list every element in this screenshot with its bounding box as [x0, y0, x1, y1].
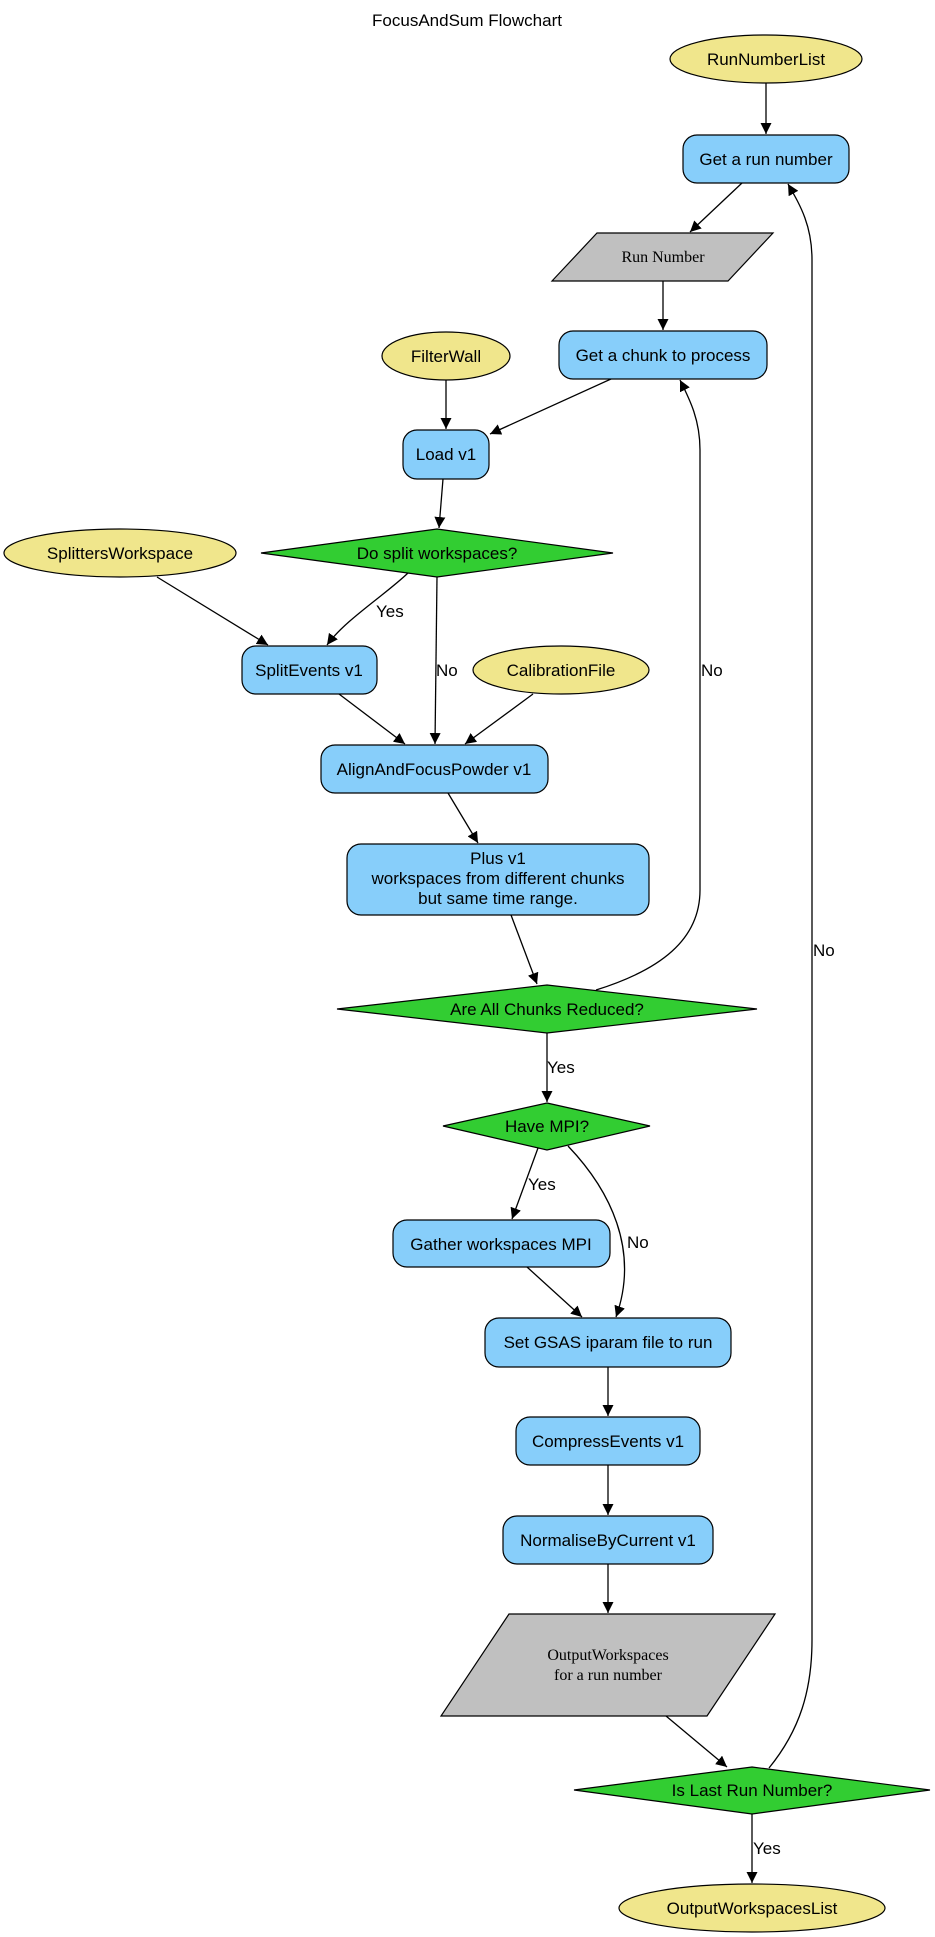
edge-load-to-dosplit — [434, 478, 446, 529]
node-have-mpi[interactable]: Have MPI? — [442, 1102, 651, 1151]
edge-output-to-lastrun — [665, 1715, 728, 1768]
node-do-split[interactable]: Do split workspaces? — [260, 528, 614, 578]
edge-getrun-to-runnumber — [689, 182, 743, 233]
node-label-line-1: Plus v1 — [470, 849, 526, 868]
node-calibration-file[interactable]: CalibrationFile — [472, 645, 650, 695]
node-label: OutputWorkspacesList — [667, 1899, 838, 1918]
node-splitters-workspace[interactable]: SplittersWorkspace — [3, 528, 237, 578]
node-label: Run Number — [621, 249, 705, 266]
edge-calibration-to-align — [464, 693, 534, 745]
node-load[interactable]: Load v1 — [402, 429, 490, 480]
node-label: SplitEvents v1 — [255, 661, 363, 680]
edge-label-lastrun-no: No — [813, 941, 835, 960]
node-label-line-1: OutputWorkspaces — [547, 1647, 668, 1664]
node-all-chunks-reduced[interactable]: Are All Chunks Reduced? — [336, 984, 758, 1034]
node-plus[interactable]: Plus v1 workspaces from different chunks… — [346, 843, 650, 916]
node-label: CalibrationFile — [507, 661, 616, 680]
node-label: SplittersWorkspace — [47, 544, 193, 563]
edge-splitters-to-splitevents — [156, 576, 269, 646]
node-label-line-3: but same time range. — [418, 889, 578, 908]
node-label: FilterWall — [411, 347, 481, 366]
node-label: Get a run number — [699, 150, 833, 169]
edge-label-lastrun-yes: Yes — [753, 1839, 781, 1858]
edge-splitevents-to-align — [338, 693, 406, 745]
edge-label-mpi-no: No — [627, 1233, 649, 1252]
node-normalise-by-current[interactable]: NormaliseByCurrent v1 — [502, 1515, 714, 1565]
edge-align-to-plus — [447, 792, 479, 844]
edge-gather-to-gsas — [526, 1266, 583, 1318]
node-label: AlignAndFocusPowder v1 — [337, 760, 532, 779]
node-label: RunNumberList — [707, 50, 825, 69]
node-label: Do split workspaces? — [357, 544, 518, 563]
node-label-line-2: workspaces from different chunks — [371, 869, 625, 888]
node-is-last-run[interactable]: Is Last Run Number? — [573, 1766, 931, 1815]
node-label: Have MPI? — [505, 1117, 589, 1136]
node-label: CompressEvents v1 — [532, 1432, 684, 1451]
node-filter-wall[interactable]: FilterWall — [381, 331, 511, 381]
flowchart-title: FocusAndSum Flowchart — [372, 11, 562, 30]
edge-label-split-no: No — [436, 661, 458, 680]
node-label: Set GSAS iparam file to run — [504, 1333, 713, 1352]
edge-plus-to-chunks — [510, 914, 539, 985]
node-label: NormaliseByCurrent v1 — [520, 1531, 696, 1550]
node-run-number-list[interactable]: RunNumberList — [669, 34, 863, 84]
node-label: Gather workspaces MPI — [410, 1235, 591, 1254]
edge-label-mpi-yes: Yes — [528, 1175, 556, 1194]
node-set-gsas[interactable]: Set GSAS iparam file to run — [484, 1317, 732, 1368]
node-get-run-number[interactable]: Get a run number — [682, 134, 850, 184]
data-parallelogram — [439, 1613, 777, 1717]
node-run-number[interactable]: Run Number — [550, 232, 775, 282]
flowchart-canvas: FocusAndSum Flowchart Yes No No Yes Yes … — [3, 11, 931, 1933]
node-output-workspaces[interactable]: OutputWorkspaces for a run number — [439, 1613, 777, 1717]
node-output-workspaces-list[interactable]: OutputWorkspacesList — [618, 1883, 886, 1933]
edge-getchunk-to-load — [489, 378, 612, 435]
node-label: Get a chunk to process — [576, 346, 751, 365]
node-label-line-2: for a run number — [554, 1667, 663, 1684]
node-get-chunk[interactable]: Get a chunk to process — [558, 330, 768, 380]
node-compress-events[interactable]: CompressEvents v1 — [515, 1416, 701, 1466]
edge-label-chunks-no: No — [701, 661, 723, 680]
node-align-focus-powder[interactable]: AlignAndFocusPowder v1 — [320, 744, 549, 794]
edge-label-split-yes: Yes — [376, 602, 404, 621]
node-split-events[interactable]: SplitEvents v1 — [241, 645, 378, 695]
edge-label-chunks-yes: Yes — [547, 1058, 575, 1077]
node-gather-mpi[interactable]: Gather workspaces MPI — [392, 1219, 611, 1268]
node-label: Is Last Run Number? — [672, 1781, 833, 1800]
edge-lastrun-no-loop — [768, 183, 813, 1769]
node-label: Are All Chunks Reduced? — [450, 1000, 644, 1019]
node-label: Load v1 — [416, 445, 477, 464]
